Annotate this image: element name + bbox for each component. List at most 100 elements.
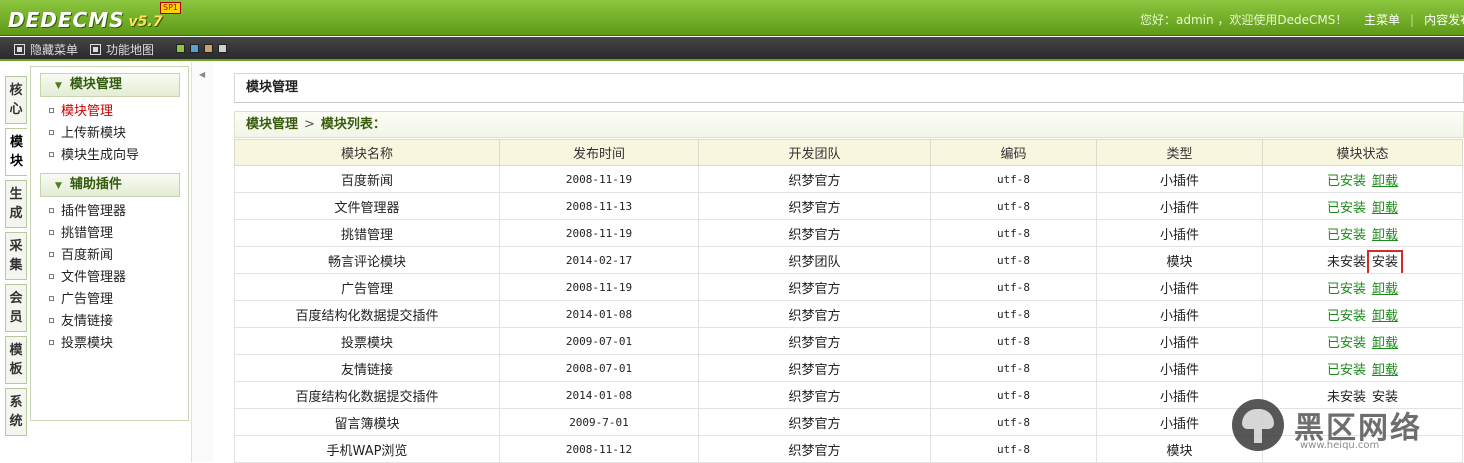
sidebar-item[interactable]: 百度新闻: [49, 245, 188, 267]
dev-team-cell: 织梦官方: [698, 408, 931, 436]
sidebar-item[interactable]: 上传新模块: [49, 123, 188, 145]
left-tab-5[interactable]: 模板: [5, 336, 27, 384]
sidebar-item-label: 百度新闻: [61, 248, 114, 263]
table-row: 广告管理 2008-11-19 织梦官方 utf-8 小插件 已安装 卸载: [234, 273, 1463, 301]
column-header-1: 发布时间: [499, 139, 699, 166]
status-cell: 已安装 卸载: [1262, 192, 1463, 220]
top-header: DEDECMS v5.7 SP1 您好：admin ，欢迎使用DedeCMS！ …: [0, 0, 1464, 36]
module-name-cell: 文件管理器: [234, 192, 500, 220]
dev-team-cell: 织梦官方: [698, 300, 931, 328]
column-header-4: 类型: [1096, 139, 1263, 166]
uninstall-link[interactable]: 卸载: [1372, 282, 1398, 297]
sidebar-item[interactable]: 模块管理: [49, 101, 188, 123]
function-map-label: 功能地图: [106, 43, 155, 57]
breadcrumb-module-manage[interactable]: 模块管理: [246, 117, 298, 132]
uninstall-link[interactable]: 卸载: [1372, 228, 1398, 243]
publish-date-cell: 2008-07-01: [499, 354, 699, 382]
skin-swatch-gray[interactable]: [218, 44, 227, 53]
publish-date-cell: 2008-11-12: [499, 435, 699, 463]
status-label: 已安装: [1326, 335, 1366, 351]
module-name-cell: 百度新闻: [234, 165, 500, 193]
collapse-arrow-icon: ▼: [55, 181, 62, 191]
install-link[interactable]: 安装: [1366, 249, 1404, 273]
dev-team-cell: 织梦官方: [698, 165, 931, 193]
sidebar-item[interactable]: 广告管理: [49, 289, 188, 311]
watermark: 黑区网络 www.heiqu.com: [1230, 388, 1464, 462]
function-map-button[interactable]: 功能地图: [90, 41, 154, 58]
sidebar-item[interactable]: 友情链接: [49, 311, 188, 333]
uninstall-link[interactable]: 卸载: [1372, 174, 1398, 189]
publish-date-cell: 2008-11-19: [499, 165, 699, 193]
skin-swatch-blue[interactable]: [190, 44, 199, 53]
module-name-cell: 留言簿模块: [234, 408, 500, 436]
sidebar-item[interactable]: 投票模块: [49, 333, 188, 355]
sidebar-item-label: 上传新模块: [61, 126, 127, 141]
module-name-cell: 投票模块: [234, 327, 500, 355]
left-tab-3[interactable]: 采集: [5, 232, 27, 280]
status-cell: 已安装 卸载: [1262, 327, 1463, 355]
bullet-icon: [49, 340, 54, 345]
main-menu-link[interactable]: 主菜单: [1364, 13, 1400, 27]
uninstall-link[interactable]: 卸载: [1372, 309, 1398, 324]
sidebar-item-label: 模块生成向导: [61, 148, 140, 163]
sidebar-group-0[interactable]: ▼ 模块管理: [40, 73, 180, 97]
uninstall-link[interactable]: 卸载: [1372, 336, 1398, 351]
type-cell: 小插件: [1096, 192, 1263, 220]
left-tab-1[interactable]: 模块: [5, 128, 27, 176]
encoding-cell: utf-8: [930, 246, 1097, 274]
encoding-cell: utf-8: [930, 354, 1097, 382]
breadcrumb-separator: >: [304, 117, 315, 132]
sidebar-item-label: 插件管理器: [61, 204, 127, 219]
sidebar-item[interactable]: 模块生成向导: [49, 145, 188, 167]
type-cell: 小插件: [1096, 273, 1263, 301]
status-cell: 已安装 卸载: [1262, 273, 1463, 301]
status-label: 未安装: [1326, 254, 1366, 270]
sidebar-item[interactable]: 插件管理器: [49, 201, 188, 223]
dev-team-cell: 织梦官方: [698, 381, 931, 409]
uninstall-link[interactable]: 卸载: [1372, 201, 1398, 216]
sidebar-item[interactable]: 挑错管理: [49, 223, 188, 245]
top-links: 主菜单 | 内容发布: [1364, 11, 1464, 28]
sidebar-item-label: 挑错管理: [61, 226, 114, 241]
bullet-icon: [49, 274, 54, 279]
sidebar-group-1[interactable]: ▼ 辅助插件: [40, 173, 180, 197]
panel-divider[interactable]: ◀: [191, 62, 213, 462]
publish-date-cell: 2008-11-13: [499, 192, 699, 220]
status-cell: 已安装 卸载: [1262, 165, 1463, 193]
content-publish-link[interactable]: 内容发布: [1424, 13, 1464, 27]
hide-menu-button[interactable]: 隐藏菜单: [14, 41, 78, 58]
left-tab-4[interactable]: 会员: [5, 284, 27, 332]
skin-swatch-green[interactable]: [176, 44, 185, 53]
table-row: 投票模块 2009-07-01 织梦官方 utf-8 小插件 已安装 卸载: [234, 327, 1463, 355]
watermark-logo-icon: [1232, 399, 1284, 451]
table-row: 百度新闻 2008-11-19 织梦官方 utf-8 小插件 已安装 卸载: [234, 165, 1463, 193]
sidebar-item-label: 友情链接: [61, 314, 114, 329]
table-row: 百度结构化数据提交插件 2014-01-08 织梦官方 utf-8 小插件 已安装 卸载: [234, 300, 1463, 328]
type-cell: 小插件: [1096, 354, 1263, 382]
version-label: v5.7: [128, 14, 163, 30]
left-tab-0[interactable]: 核心: [5, 76, 27, 124]
publish-date-cell: 2008-11-19: [499, 219, 699, 247]
skin-swatch-brown[interactable]: [204, 44, 213, 53]
uninstall-link[interactable]: 卸载: [1372, 363, 1398, 378]
status-label: 已安装: [1326, 227, 1366, 243]
encoding-cell: utf-8: [930, 435, 1097, 463]
collapse-arrow-icon[interactable]: ◀: [199, 70, 205, 79]
type-cell: 小插件: [1096, 219, 1263, 247]
status-cell: 已安装 卸载: [1262, 300, 1463, 328]
encoding-cell: utf-8: [930, 192, 1097, 220]
sidebar-item-label: 投票模块: [61, 336, 114, 351]
sidebar-toggle-icon: [14, 44, 25, 55]
status-cell: 已安装 卸载: [1262, 354, 1463, 382]
left-tab-2[interactable]: 生成: [5, 180, 27, 228]
sidebar-item-label: 模块管理: [61, 104, 114, 119]
publish-date-cell: 2009-7-01: [499, 408, 699, 436]
encoding-cell: utf-8: [930, 408, 1097, 436]
left-tab-6[interactable]: 系统: [5, 388, 27, 436]
type-cell: 模块: [1096, 246, 1263, 274]
column-header-3: 编码: [930, 139, 1097, 166]
sidebar-item[interactable]: 文件管理器: [49, 267, 188, 289]
dev-team-cell: 织梦官方: [698, 192, 931, 220]
module-name-cell: 百度结构化数据提交插件: [234, 381, 500, 409]
dedecms-logo: DEDECMS v5.7 SP1: [8, 2, 181, 32]
